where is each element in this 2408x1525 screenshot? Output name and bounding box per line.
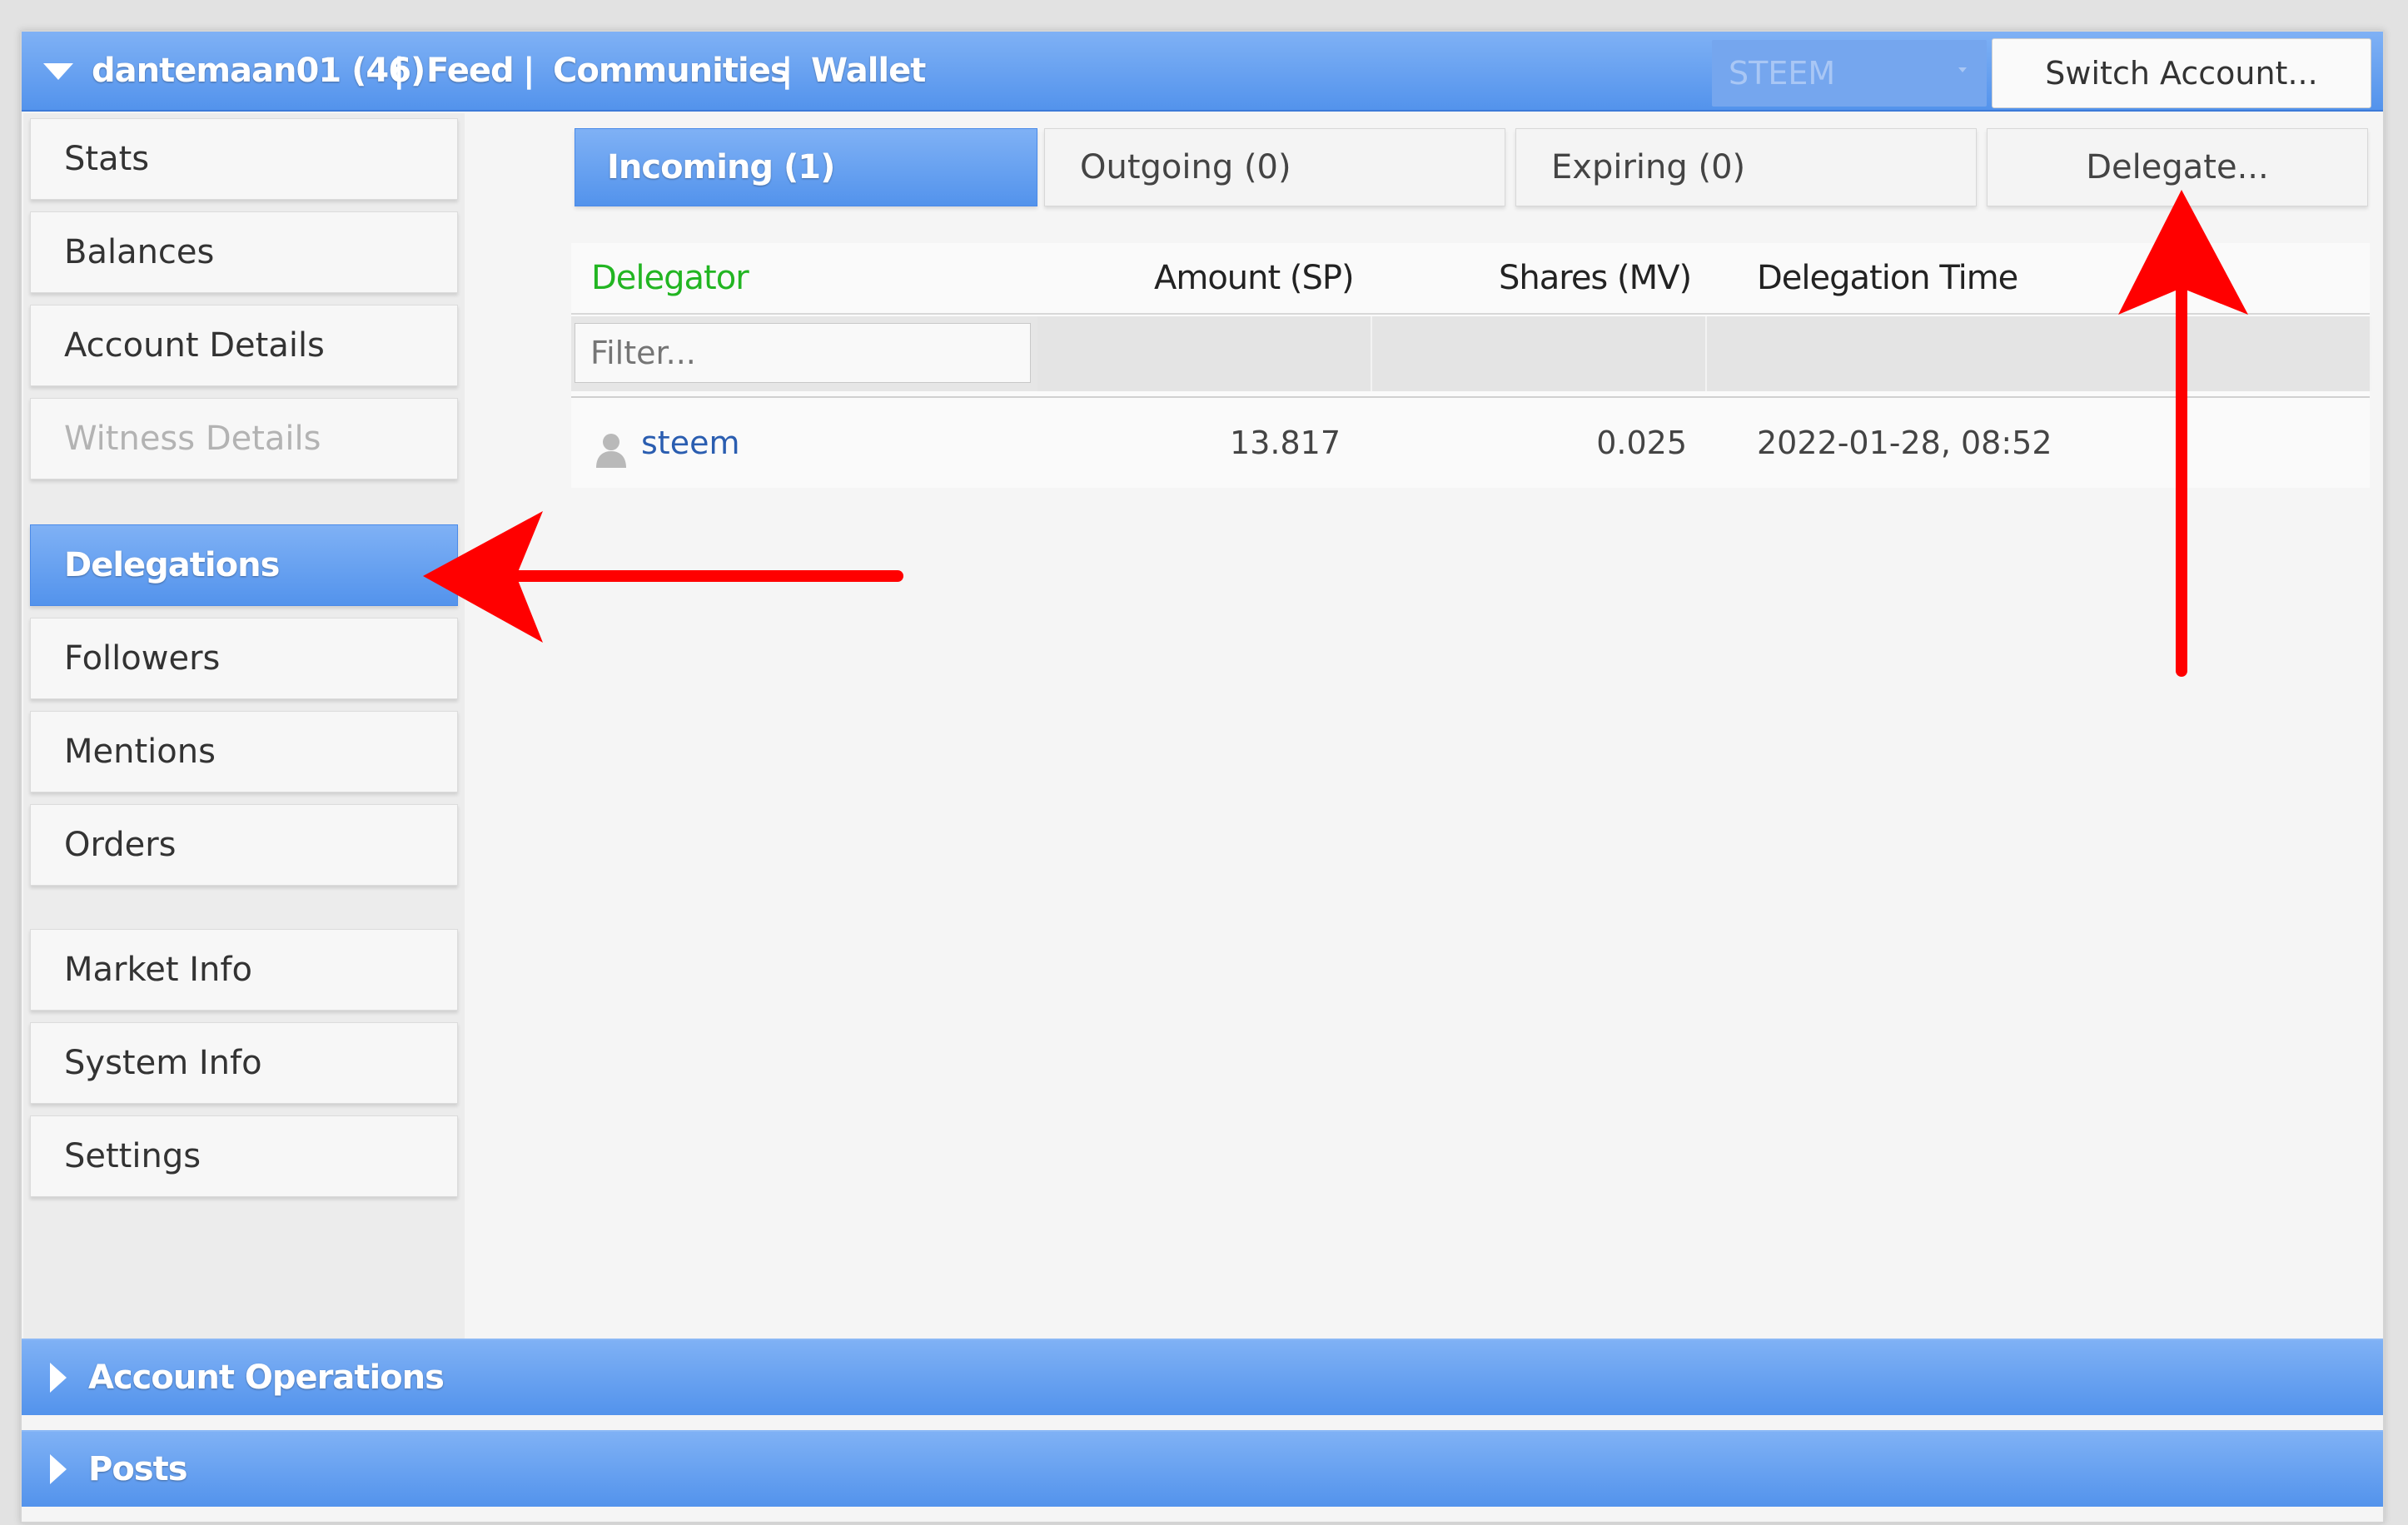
sidebar: Stats Balances Account Details Witness D…	[23, 113, 465, 1362]
user-avatar-icon	[596, 434, 626, 468]
tab-incoming[interactable]: Incoming (1)	[575, 128, 1037, 206]
delegator-link[interactable]: steem	[641, 398, 739, 488]
sidebar-item-balances[interactable]: Balances	[30, 211, 458, 293]
amount-cell: 13.817	[1230, 425, 1341, 461]
sidebar-item-system-info[interactable]: System Info	[30, 1022, 458, 1104]
sidebar-item-mentions[interactable]: Mentions	[30, 711, 458, 792]
delegator-filter-input[interactable]	[575, 323, 1031, 383]
header-divider	[571, 313, 2370, 315]
account-header-bar: dantemaan01 (46) | Feed | Communities | …	[22, 32, 2383, 112]
nav-communities-link[interactable]: Communities	[553, 32, 790, 110]
column-header-shares[interactable]: Shares (MV)	[1499, 243, 1692, 313]
nav-feed-link[interactable]: Feed	[426, 32, 515, 110]
sidebar-item-stats[interactable]: Stats	[30, 118, 458, 200]
sidebar-item-followers[interactable]: Followers	[30, 618, 458, 699]
posts-bar[interactable]: Posts	[22, 1430, 2383, 1507]
sidebar-item-settings[interactable]: Settings	[30, 1115, 458, 1197]
currency-select[interactable]: STEEM	[1712, 40, 1987, 107]
tab-outgoing[interactable]: Outgoing (0)	[1044, 128, 1505, 206]
switch-account-button[interactable]: Switch Account...	[1992, 38, 2371, 108]
nav-separator: |	[523, 52, 535, 90]
wallet-window: dantemaan01 (46) | Feed | Communities | …	[20, 30, 2385, 1523]
expand-triangle-icon	[50, 1363, 67, 1393]
delegate-button[interactable]: Delegate...	[1987, 128, 2368, 206]
sidebar-item-market-info[interactable]: Market Info	[30, 929, 458, 1011]
filter-row	[571, 316, 2371, 391]
account-operations-label: Account Operations	[88, 1359, 445, 1397]
filter-cell	[1372, 316, 1707, 391]
sidebar-item-delegations[interactable]: Delegations	[30, 524, 458, 606]
posts-label: Posts	[88, 1450, 188, 1488]
expand-triangle-icon	[50, 1454, 67, 1484]
currency-select-value: STEEM	[1729, 55, 1836, 92]
tab-expiring[interactable]: Expiring (0)	[1515, 128, 1977, 206]
delegations-table: Delegator Amount (SP) Shares (MV) Delega…	[571, 243, 2371, 488]
account-operations-bar[interactable]: Account Operations	[22, 1339, 2383, 1415]
chevron-down-icon	[1958, 67, 1967, 72]
sidebar-item-witness-details: Witness Details	[30, 398, 458, 479]
sidebar-item-orders[interactable]: Orders	[30, 804, 458, 886]
column-header-delegation-time[interactable]: Delegation Time	[1757, 243, 2018, 313]
filter-divider	[571, 396, 2370, 398]
account-name-link[interactable]: dantemaan01 (46)	[92, 32, 425, 110]
delegation-time-cell: 2022-01-28, 08:52	[1757, 425, 2052, 461]
shares-cell: 0.025	[1596, 425, 1687, 461]
nav-separator: |	[781, 52, 794, 90]
column-header-delegator[interactable]: Delegator	[591, 243, 749, 313]
filter-cell	[1037, 316, 1372, 391]
column-header-amount[interactable]: Amount (SP)	[1154, 243, 1355, 313]
nav-separator: |	[393, 52, 405, 90]
filter-cell	[1707, 316, 2371, 391]
nav-wallet-link[interactable]: Wallet	[811, 32, 926, 110]
collapse-triangle-icon[interactable]	[43, 63, 73, 80]
sidebar-item-account-details[interactable]: Account Details	[30, 305, 458, 386]
